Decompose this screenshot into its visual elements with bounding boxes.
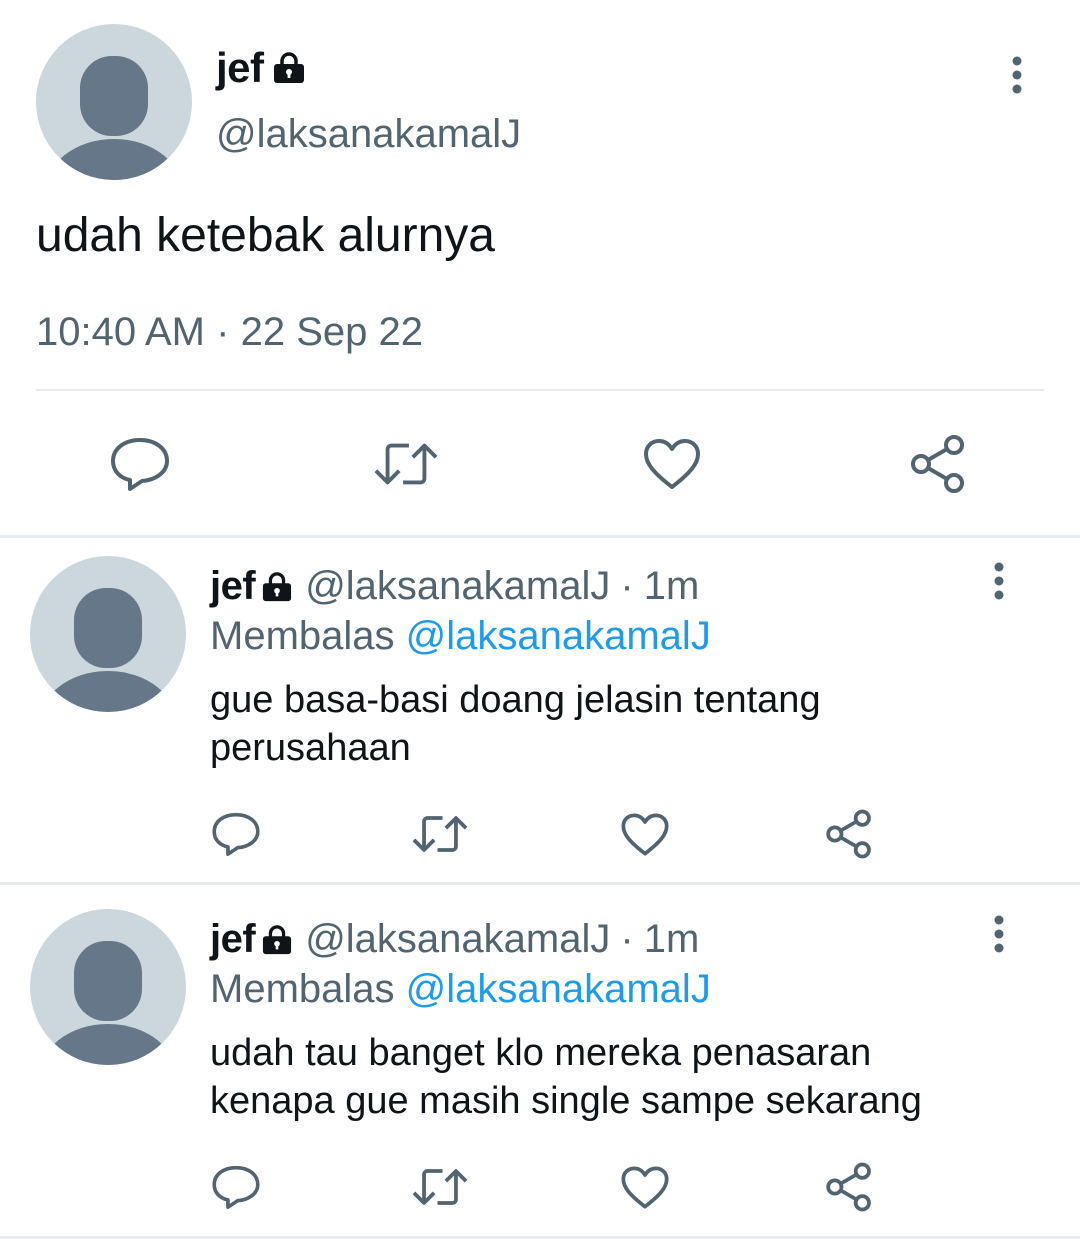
- display-name[interactable]: jef: [210, 564, 256, 609]
- mention-link[interactable]: @laksanakamalJ: [406, 967, 711, 1011]
- meta-separator: ·: [620, 564, 634, 608]
- like-button[interactable]: [617, 806, 673, 862]
- tweet-text: udah ketebak alurnya: [36, 209, 495, 262]
- replying-to: Membalas @laksanakamalJ: [210, 614, 711, 659]
- retweet-icon: [374, 443, 438, 485]
- tweet-text-line: kenapa gue masih single sampe sekarang: [210, 1080, 922, 1122]
- tweet-age[interactable]: 1m: [644, 564, 700, 609]
- lock-icon: [263, 924, 292, 954]
- main-tweet: jef @laksanakamalJ udah ketebak alurnya …: [0, 0, 1080, 535]
- avatar[interactable]: [30, 556, 186, 712]
- share-icon: [911, 435, 964, 493]
- tweet-text-line: perusahaan: [210, 727, 411, 769]
- retweet-icon: [412, 1169, 468, 1205]
- reply-header: jef @laksanakamalJ · 1m: [210, 564, 699, 609]
- reply-button[interactable]: [108, 432, 172, 496]
- reply-tweet[interactable]: jef @laksanakamalJ · 1m Membalas @laksan…: [0, 538, 1080, 882]
- tweet-text-line: udah tau banget klo mereka penasaran: [210, 1032, 872, 1074]
- tweet-text-line: gue basa-basi doang jelasin tentang: [210, 679, 821, 721]
- tweet-timestamp[interactable]: 10:40 AM · 22 Sep 22: [36, 310, 423, 355]
- heart-icon: [621, 1165, 669, 1209]
- like-button[interactable]: [617, 1159, 673, 1215]
- reply-icon: [111, 438, 169, 491]
- reply-icon: [212, 812, 260, 856]
- reply-tweet[interactable]: jef @laksanakamalJ · 1m Membalas @laksan…: [0, 885, 1080, 1239]
- retweet-button[interactable]: [412, 1159, 468, 1215]
- share-button[interactable]: [821, 1159, 877, 1215]
- reply-button[interactable]: [208, 1159, 264, 1215]
- replying-to: Membalas @laksanakamalJ: [210, 967, 711, 1012]
- heart-icon: [621, 812, 669, 856]
- lock-icon: [273, 52, 304, 83]
- tweet-text: gue basa-basi doang jelasin tentang peru…: [210, 676, 1050, 772]
- display-name[interactable]: jef: [216, 44, 264, 92]
- default-avatar-icon: [40, 941, 176, 1065]
- share-button[interactable]: [821, 806, 877, 862]
- meta-separator: ·: [216, 310, 230, 354]
- share-icon: [826, 809, 871, 859]
- more-vertical-icon: [994, 915, 1004, 953]
- avatar[interactable]: [36, 24, 192, 180]
- handle[interactable]: @laksanakamalJ: [216, 112, 521, 157]
- divider: [36, 389, 1044, 391]
- handle[interactable]: @laksanakamalJ: [305, 917, 610, 962]
- retweet-button[interactable]: [374, 432, 438, 496]
- heart-icon: [644, 439, 700, 489]
- replying-label: Membalas: [210, 967, 395, 1011]
- tweet-date: 22 Sep 22: [240, 310, 423, 354]
- tweet-time: 10:40 AM: [36, 310, 206, 354]
- more-options-button[interactable]: [974, 556, 1024, 606]
- like-button[interactable]: [640, 432, 704, 496]
- lock-icon: [263, 571, 292, 601]
- more-vertical-icon: [994, 562, 1004, 600]
- default-avatar-icon: [40, 588, 176, 712]
- share-button[interactable]: [906, 432, 970, 496]
- more-vertical-icon: [1012, 56, 1022, 94]
- more-options-button[interactable]: [992, 50, 1042, 100]
- avatar[interactable]: [30, 909, 186, 1065]
- meta-separator: ·: [620, 917, 634, 961]
- replying-label: Membalas: [210, 614, 395, 658]
- more-options-button[interactable]: [974, 909, 1024, 959]
- reply-button[interactable]: [208, 806, 264, 862]
- display-name[interactable]: jef: [210, 917, 256, 962]
- share-icon: [826, 1162, 871, 1212]
- handle[interactable]: @laksanakamalJ: [305, 564, 610, 609]
- display-name-row[interactable]: jef: [216, 44, 306, 92]
- tweet-text: udah tau banget klo mereka penasaran ken…: [210, 1029, 1050, 1125]
- retweet-button[interactable]: [412, 806, 468, 862]
- reply-header: jef @laksanakamalJ · 1m: [210, 917, 699, 962]
- default-avatar-icon: [46, 56, 182, 180]
- retweet-icon: [412, 816, 468, 852]
- mention-link[interactable]: @laksanakamalJ: [406, 614, 711, 658]
- tweet-age[interactable]: 1m: [644, 917, 700, 962]
- reply-icon: [212, 1165, 260, 1209]
